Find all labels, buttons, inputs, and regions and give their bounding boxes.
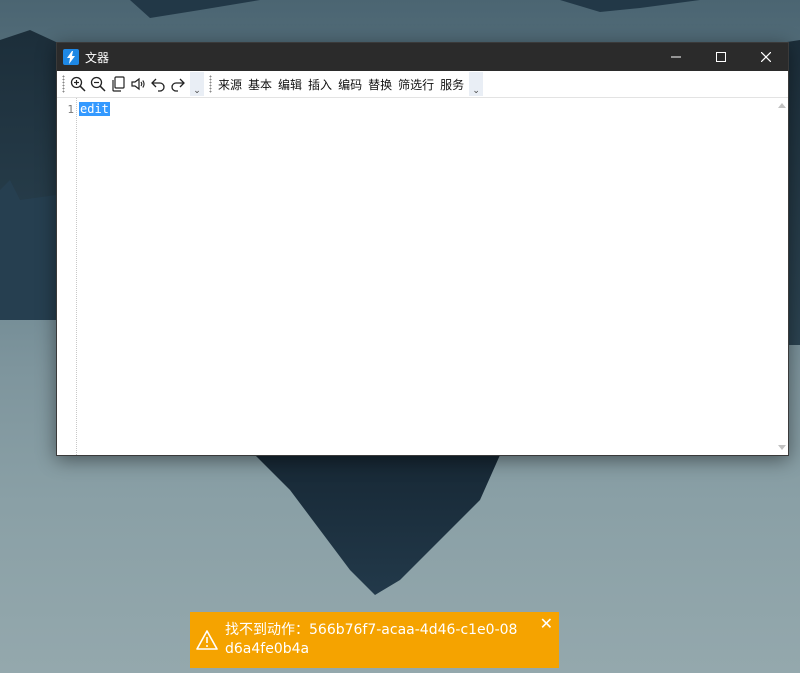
zoom-out-button[interactable]	[88, 74, 108, 94]
selected-text[interactable]: edit	[79, 102, 110, 116]
vertical-scrollbar[interactable]	[775, 98, 788, 455]
menu-encoding[interactable]: 编码	[335, 76, 365, 93]
redo-icon	[171, 78, 185, 92]
menu-replace[interactable]: 替换	[365, 76, 395, 93]
minimize-button[interactable]	[653, 43, 698, 71]
editor-window: 文器 ⌄ 来源 基本 编辑 插入 编码 替换 筛选行 服务 ⌄ 1 edit	[56, 42, 789, 456]
zoom-out-icon	[90, 76, 106, 92]
minimize-icon	[670, 56, 681, 58]
line-number: 1	[67, 103, 74, 116]
app-lightning-icon	[63, 49, 79, 65]
zoom-in-button[interactable]	[68, 74, 88, 94]
scroll-down-icon[interactable]	[778, 445, 786, 450]
scroll-up-icon[interactable]	[778, 103, 786, 108]
chevron-down-icon: ⌄	[472, 86, 480, 96]
toast-close-button[interactable]: ✕	[540, 614, 553, 633]
warning-icon	[196, 630, 218, 650]
copy-button[interactable]	[108, 74, 128, 94]
code-line[interactable]: edit	[79, 102, 110, 116]
menu-edit[interactable]: 编辑	[275, 76, 305, 93]
window-controls	[653, 43, 788, 71]
window-title: 文器	[85, 50, 110, 65]
menu-source[interactable]: 来源	[215, 76, 245, 93]
toolbar-overflow-button-1[interactable]: ⌄	[190, 72, 204, 96]
undo-button[interactable]	[148, 74, 168, 94]
toolbar-overflow-button-2[interactable]: ⌄	[469, 72, 484, 96]
speak-button[interactable]	[128, 74, 148, 94]
error-toast: 找不到动作：566b76f7-acaa-4d46-c1e0-08d6a4fe0b…	[190, 612, 559, 668]
zoom-in-icon	[70, 76, 86, 92]
menu-insert[interactable]: 插入	[305, 76, 335, 93]
close-button[interactable]	[743, 43, 788, 71]
toolbar: ⌄ 来源 基本 编辑 插入 编码 替换 筛选行 服务 ⌄	[57, 71, 788, 98]
undo-icon	[151, 78, 165, 92]
line-number-gutter: 1	[57, 98, 77, 455]
toolbar-grip[interactable]	[62, 75, 65, 93]
maximize-button[interactable]	[698, 43, 743, 71]
maximize-icon	[715, 52, 726, 62]
toast-message: 找不到动作：566b76f7-acaa-4d46-c1e0-08d6a4fe0b…	[225, 622, 518, 657]
menu-grip[interactable]	[209, 75, 212, 93]
menu-services[interactable]: 服务	[437, 76, 467, 93]
menu-basic[interactable]: 基本	[245, 76, 275, 93]
redo-button[interactable]	[168, 74, 188, 94]
chevron-down-icon: ⌄	[193, 86, 201, 96]
text-editor[interactable]: 1 edit	[57, 98, 788, 455]
title-bar[interactable]: 文器	[57, 43, 788, 71]
speaker-icon	[131, 77, 145, 91]
copy-icon	[112, 76, 125, 92]
menu-filter-lines[interactable]: 筛选行	[395, 76, 437, 93]
close-icon	[760, 52, 771, 62]
